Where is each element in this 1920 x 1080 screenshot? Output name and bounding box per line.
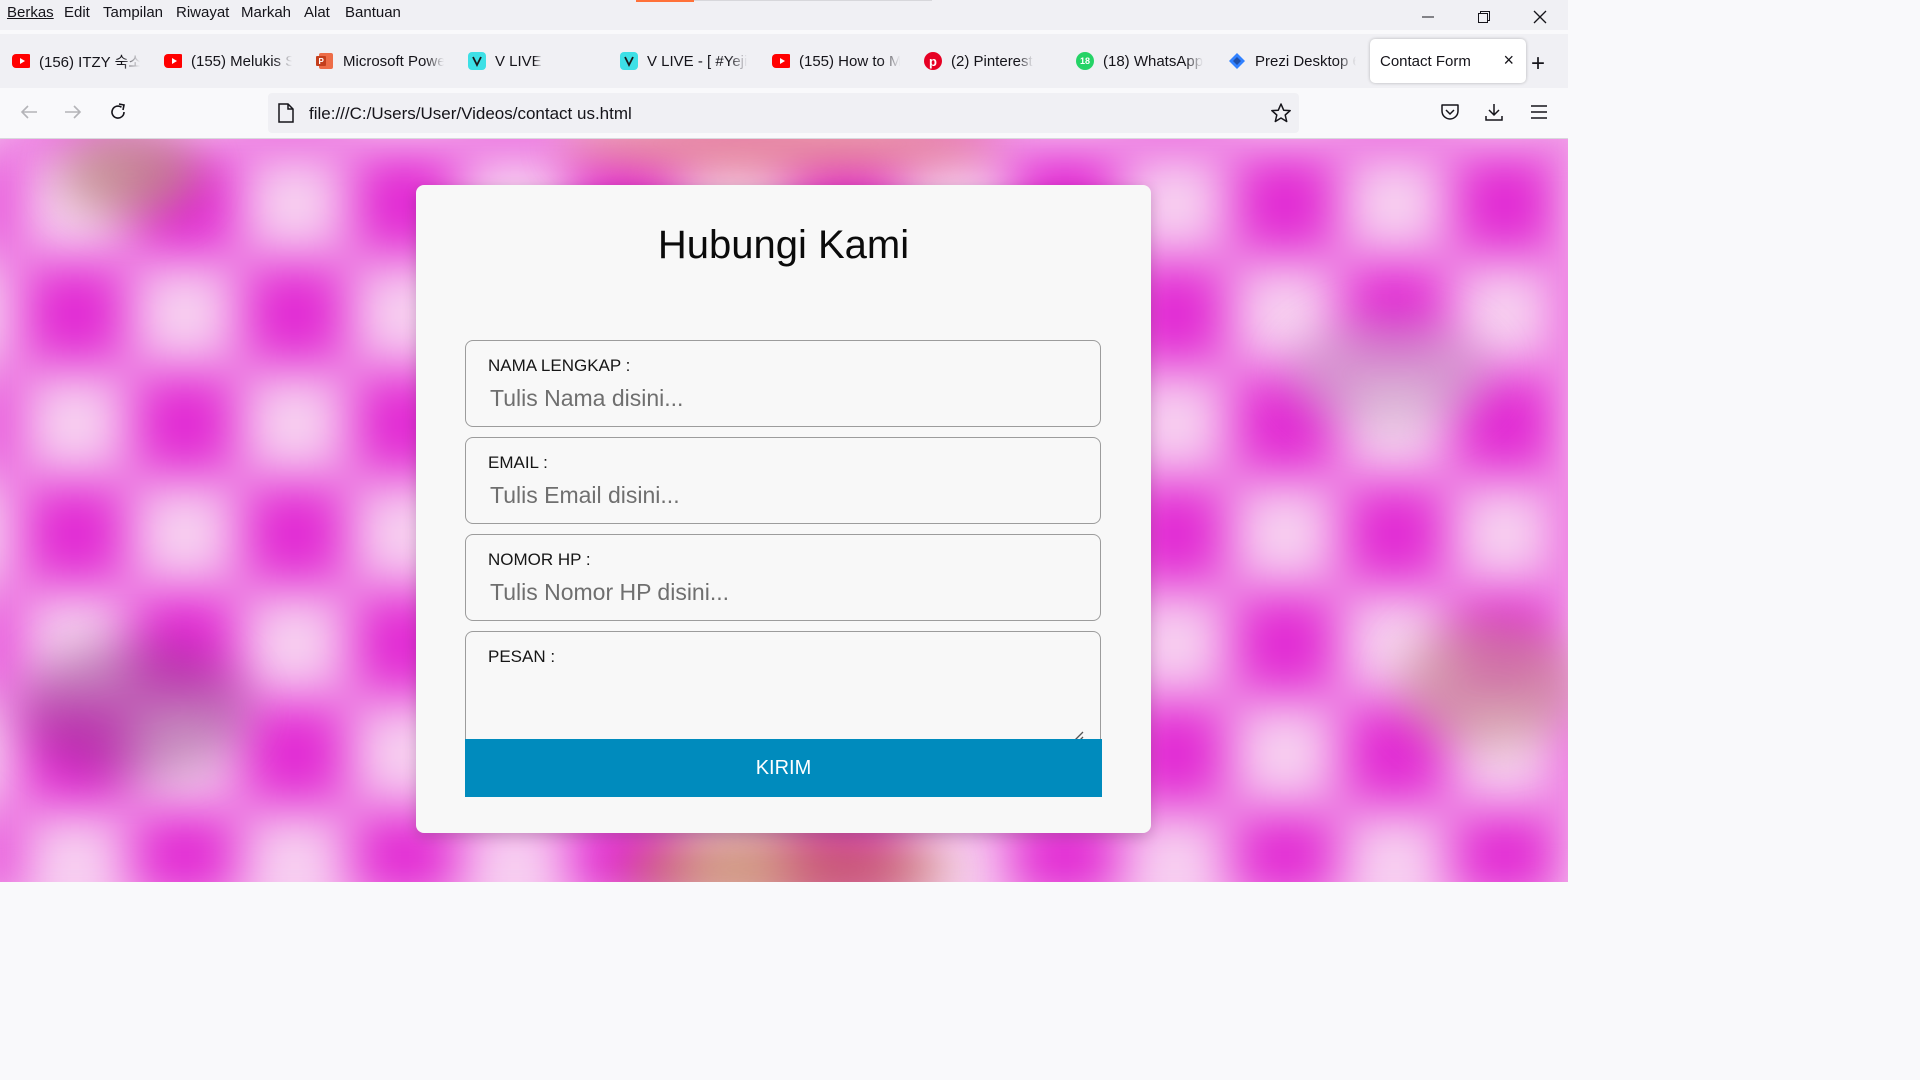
download-icon (1485, 104, 1503, 121)
navigation-bar: file:///C:/Users/User/Videos/contact us.… (0, 88, 1568, 139)
background-blob (1400, 619, 1568, 749)
menu-edit[interactable]: Edit (64, 4, 90, 21)
svg-text:P: P (319, 57, 325, 66)
submit-button[interactable]: KIRIM (465, 739, 1102, 797)
tab-melukis[interactable]: (155) Melukis Sketsa (164, 36, 292, 86)
menu-tampilan[interactable]: Tampilan (103, 4, 163, 21)
tab-vlive[interactable]: V LIVE (468, 36, 596, 86)
name-label: NAMA LENGKAP : (488, 356, 631, 375)
tab-pinterest[interactable]: p (2) Pinterest (924, 36, 1052, 86)
tab-itzy[interactable]: (156) ITZY 숙소 (12, 36, 140, 86)
vlive-icon (620, 52, 638, 70)
forward-button[interactable] (61, 100, 85, 124)
tab-how-to[interactable]: (155) How to Make (772, 36, 900, 86)
close-tab-icon[interactable]: × (1503, 51, 1514, 69)
tab-vlive-yeji[interactable]: V LIVE - [ #Yeji (620, 36, 748, 86)
youtube-icon (164, 52, 182, 70)
message-label: PESAN : (488, 647, 556, 666)
tab-whatsapp[interactable]: 18 (18) WhatsApp (1076, 36, 1204, 86)
url-bar[interactable]: file:///C:/Users/User/Videos/contact us.… (268, 93, 1299, 133)
menu-bar: Berkas Edit Tampilan Riwayat Markah Alat… (0, 0, 1568, 30)
youtube-icon (772, 52, 790, 70)
tab-contact-form[interactable]: Contact Form × (1370, 39, 1526, 83)
form-title: Hubungi Kami (657, 223, 910, 267)
plus-icon: + (1531, 50, 1546, 77)
url-text: file:///C:/Users/User/Videos/contact us.… (309, 104, 632, 123)
minimize-icon (1422, 16, 1434, 18)
whatsapp-badge: 18 (1079, 56, 1090, 66)
back-button[interactable] (17, 100, 41, 124)
page-viewport: Hubungi Kami NAMA LENGKAP : EMAIL : NOMO… (0, 139, 1568, 882)
phone-input[interactable] (488, 577, 1072, 607)
forward-arrow-icon (65, 105, 82, 119)
pinterest-icon: p (924, 52, 942, 70)
youtube-icon (12, 52, 30, 70)
background-blob (20, 639, 250, 779)
contact-form: Hubungi Kami NAMA LENGKAP : EMAIL : NOMO… (416, 185, 1151, 833)
bookmark-star-icon[interactable] (1270, 102, 1292, 129)
menu-berkas[interactable]: Berkas (7, 4, 54, 21)
hamburger-menu-icon (1531, 105, 1547, 119)
tab-loading-indicator (636, 0, 694, 2)
phone-field-group: NOMOR HP : (465, 534, 1101, 621)
reload-button[interactable] (106, 100, 130, 124)
tab-powerpoint[interactable]: P Microsoft PowerPoint (316, 36, 444, 86)
menu-bantuan[interactable]: Bantuan (345, 4, 401, 21)
email-input[interactable] (488, 480, 1072, 510)
reload-icon (111, 103, 125, 119)
tab-loading-track (694, 0, 932, 1)
email-field-group: EMAIL : (465, 437, 1101, 524)
minimize-button[interactable] (1405, 0, 1451, 34)
name-input[interactable] (488, 383, 1072, 413)
phone-label: NOMOR HP : (488, 550, 591, 569)
menu-riwayat[interactable]: Riwayat (176, 4, 229, 21)
pocket-icon (1441, 104, 1459, 120)
restore-icon (1478, 11, 1490, 23)
downloads-button[interactable] (1482, 100, 1506, 124)
app-menu-button[interactable] (1527, 100, 1551, 124)
menu-markah[interactable]: Markah (241, 4, 291, 21)
page-icon (278, 103, 294, 128)
whatsapp-icon: 18 (1076, 52, 1094, 70)
restore-button[interactable] (1461, 0, 1507, 34)
menu-alat[interactable]: Alat (304, 4, 330, 21)
email-label: EMAIL : (488, 453, 548, 472)
tab-prezi[interactable]: Prezi Desktop 6 (1228, 36, 1356, 86)
name-field-group: NAMA LENGKAP : (465, 340, 1101, 427)
new-tab-button[interactable]: + (1531, 50, 1545, 78)
close-window-button[interactable] (1517, 0, 1563, 34)
vlive-icon (468, 52, 486, 70)
close-icon (1533, 10, 1547, 24)
pocket-button[interactable] (1438, 100, 1462, 124)
powerpoint-icon: P (316, 52, 334, 70)
prezi-icon (1228, 52, 1246, 70)
svg-text:p: p (929, 54, 937, 69)
background-blob (1290, 319, 1490, 429)
back-arrow-icon (20, 105, 37, 119)
